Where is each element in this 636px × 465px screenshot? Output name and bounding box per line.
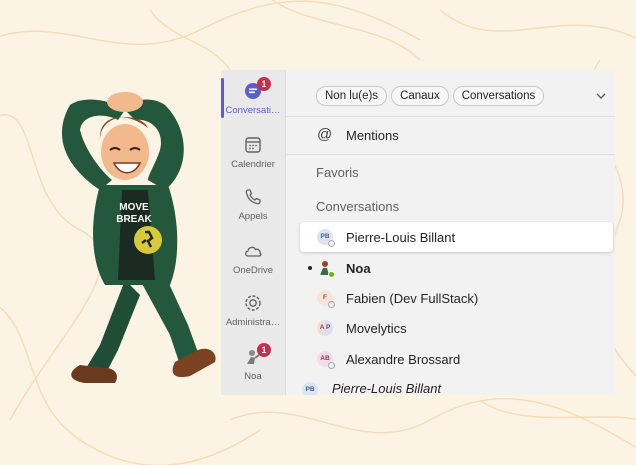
chat-item-pierre-louis-italic[interactable]: PB Pierre-Louis Billant	[236, 375, 565, 395]
admin-app-icon	[245, 295, 261, 311]
unread-dot-icon	[308, 266, 312, 270]
shirt-text-break: BREAK	[116, 214, 152, 225]
avatar: PB	[302, 382, 318, 395]
chat-list: Non lu(e)s Canaux Conversations @ Mentions…	[286, 70, 615, 395]
chat-name: Pierre-Louis Billant	[346, 230, 456, 245]
section-favorites[interactable]: Favoris	[316, 165, 359, 180]
rail-item-admin[interactable]: Administra…	[221, 292, 285, 328]
rail-item-conversations[interactable]: Conversati… 1	[221, 77, 285, 116]
unread-badge: 1	[257, 343, 271, 357]
chat-name: Alexandre Brossard	[346, 352, 461, 367]
chat-item-alexandre[interactable]: AB Alexandre Brossard	[286, 344, 615, 374]
rail-item-label: OneDrive	[232, 265, 274, 276]
rail-item-label: Calendrier	[231, 159, 275, 170]
chat-item-movelytics[interactable]: A P Movelytics	[286, 313, 615, 343]
phone-icon	[245, 189, 261, 205]
chat-name: Movelytics	[346, 321, 407, 336]
move-break-mascot: MOVE BREAK	[61, 92, 216, 383]
mentions-item[interactable]: @ Mentions	[286, 120, 615, 150]
chat-item-pierre-louis[interactable]: PB Pierre-Louis Billant	[300, 222, 613, 252]
calendar-icon	[245, 137, 261, 153]
left-shoe	[71, 365, 117, 383]
group-avatar: A P	[317, 320, 333, 336]
rail-item-label: Administra…	[225, 317, 281, 328]
filter-channels[interactable]: Canaux	[391, 86, 449, 106]
rail-item-label: Appels	[238, 211, 268, 222]
shirt-text-move: MOVE	[119, 202, 149, 213]
chat-name: Fabien (Dev FullStack)	[346, 291, 479, 306]
filter-unread[interactable]: Non lu(e)s	[316, 86, 388, 106]
presence-icon	[328, 240, 335, 247]
filter-chips: Non lu(e)s Canaux Conversations	[316, 86, 548, 106]
chat-item-noa[interactable]: Noa	[286, 253, 615, 283]
section-conversations[interactable]: Conversations	[316, 199, 399, 214]
chat-item-fabien[interactable]: F Fabien (Dev FullStack)	[286, 283, 615, 313]
presence-icon	[328, 301, 335, 308]
chat-name: Noa	[346, 261, 371, 276]
at-icon: @	[317, 126, 333, 143]
hands	[107, 92, 143, 112]
rail-item-label: Conversati…	[225, 105, 281, 116]
divider	[286, 116, 615, 117]
presence-available-icon	[328, 271, 335, 278]
filter-conversations[interactable]: Conversations	[452, 86, 545, 106]
divider	[286, 154, 615, 155]
unread-badge: 1	[257, 77, 271, 91]
chat-name: Pierre-Louis Billant	[332, 381, 442, 395]
chevron-down-icon[interactable]	[595, 90, 607, 102]
cloud-icon	[245, 246, 262, 257]
rail-item-onedrive[interactable]: OneDrive	[221, 240, 285, 276]
rail-item-calendar[interactable]: Calendrier	[221, 134, 285, 170]
rail-item-calls[interactable]: Appels	[221, 186, 285, 222]
app-rail: Conversati… 1 Calendrier Appels OneDrive	[221, 70, 286, 395]
teams-window: Conversati… 1 Calendrier Appels OneDrive	[221, 70, 615, 395]
mentions-label: Mentions	[346, 128, 399, 143]
presence-icon	[328, 362, 335, 369]
